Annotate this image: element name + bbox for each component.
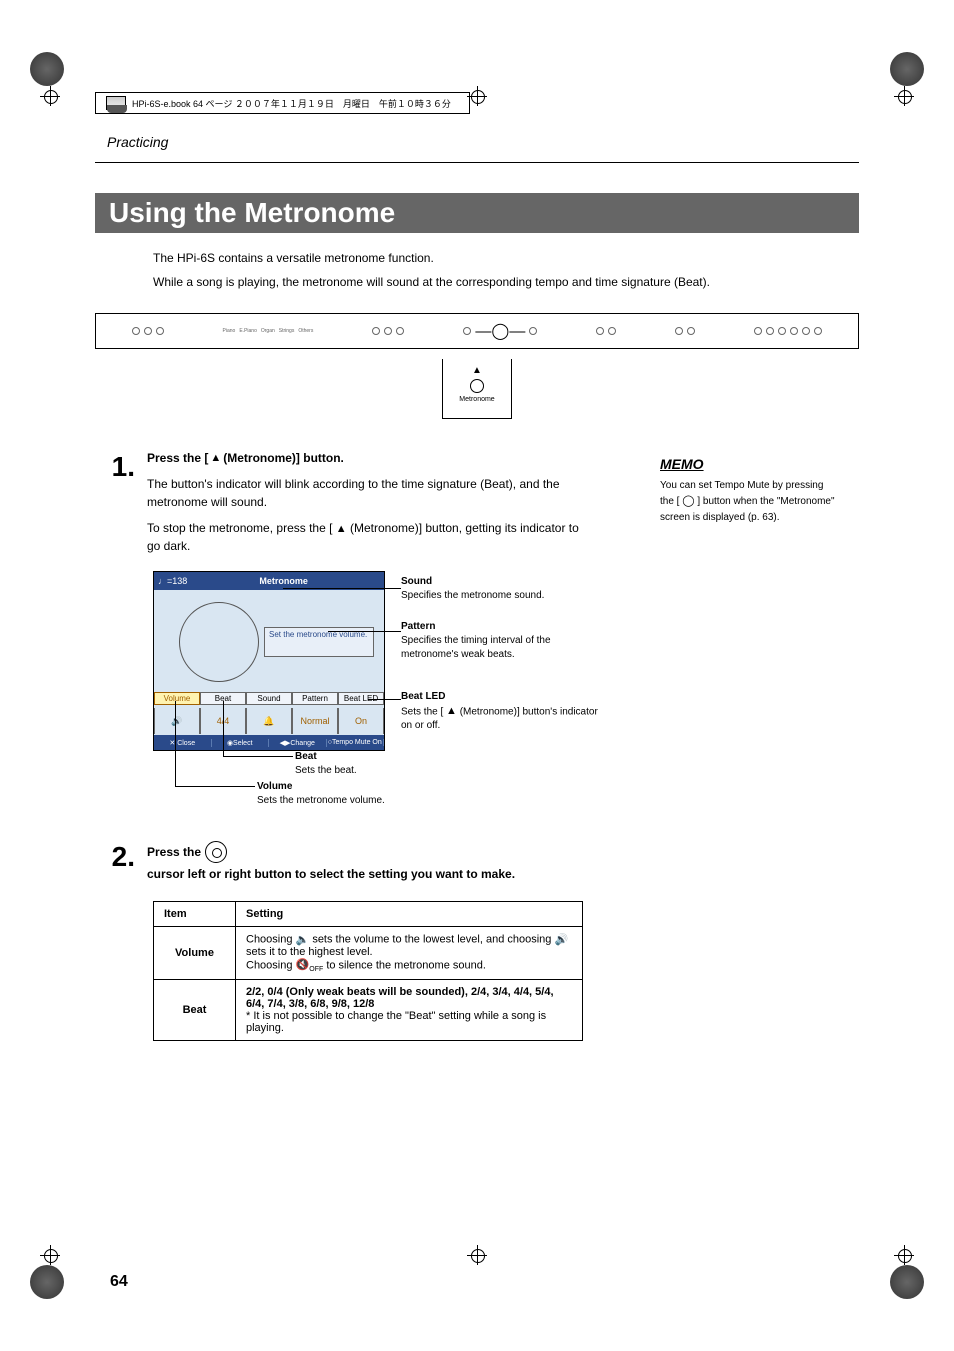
footer-close: ✕ Close (154, 739, 212, 747)
row-beat-label: Beat (154, 980, 236, 1041)
metronome-button-label: Metronome (443, 396, 511, 403)
metronome-glyph-icon: ▲ (446, 704, 457, 719)
row-beat: Beat 2/2, 0/4 (Only weak beats will be s… (154, 980, 583, 1041)
metronome-glyph-icon: ▲ (336, 521, 347, 538)
row-beat-setting: 2/2, 0/4 (Only weak beats will be sounde… (236, 980, 583, 1041)
vol-line3-post: to silence the metronome sound. (326, 960, 486, 972)
screen-footer: ✕ Close ◉Select ◀▶Change ○Tempo Mute On (154, 735, 384, 750)
metronome-button-callout: ▲ Metronome (442, 359, 512, 419)
front-panel-diagram: PianoE.PianoOrganStringsOthers —◯— (95, 313, 859, 349)
leader-volume-v (175, 701, 176, 786)
callout-volume: Volume Sets the metronome volume. (257, 781, 385, 808)
tab-pattern: Pattern (292, 692, 338, 705)
settings-table: Item Setting Volume Choosing 🔈 sets the … (153, 901, 583, 1041)
intro-line-2: While a song is playing, the metronome w… (153, 273, 859, 291)
crop-mark (894, 1245, 914, 1265)
screen-tabs: Volume Beat Sound Pattern Beat LED (154, 692, 384, 705)
header-rule (95, 162, 859, 163)
row-volume: Volume Choosing 🔈 sets the volume to the… (154, 927, 583, 980)
page-number: 64 (110, 1273, 128, 1291)
memo-body: You can set Tempo Mute by pressing the [… (660, 478, 840, 525)
volume-high-icon: 🔊 (554, 933, 568, 946)
step-1-body-1: The button's indicator will blink accord… (147, 475, 587, 511)
step-2-title: Press the cursor left or right button to… (147, 841, 587, 881)
memo-label: MEMO (660, 456, 704, 472)
leader-pattern (328, 631, 401, 632)
callout-beat-body: Sets the beat. (295, 764, 357, 778)
screen-box: ♩=138 Metronome Set the metronome volume… (153, 571, 385, 751)
step-1-body-2: To stop the metronome, press the [ ▲ (Me… (147, 519, 587, 555)
callout-sound: Sound Specifies the metronome sound. (401, 576, 581, 603)
callout-beat-led: Beat LED Sets the [ ▲ (Metronome)] butto… (401, 691, 601, 733)
volume-low-icon: 🔈 (296, 933, 310, 946)
crop-disc-bl (30, 1265, 64, 1299)
crop-disc-br (890, 1265, 924, 1299)
beat-note: * It is not possible to change the "Beat… (246, 1010, 546, 1034)
callout-beat: Beat Sets the beat. (295, 751, 357, 778)
footer-select: ◉Select (212, 739, 270, 747)
metronome-icon: ▲ (443, 365, 511, 376)
step-1-title-post: (Metronome)] button. (223, 451, 344, 465)
sound-value-icon: 🔔 (246, 708, 292, 734)
vol-line3-pre: Choosing (246, 960, 296, 972)
cursor-ring-icon (205, 841, 227, 863)
step-2-number: 2. (95, 841, 135, 891)
callout-pattern-body: Specifies the timing interval of the met… (401, 634, 591, 662)
intro-line-1: The HPi-6S contains a versatile metronom… (153, 249, 859, 267)
callout-beatled-pre: Sets the [ (401, 706, 443, 717)
step-1-number: 1. (95, 451, 135, 563)
leader-beat-v (223, 701, 224, 756)
circle-button-icon: ◯ (682, 493, 694, 510)
footer-change: ◀▶Change (269, 739, 327, 747)
callout-sound-title: Sound (401, 576, 581, 587)
step-2-title-post: cursor left or right button to select th… (147, 867, 515, 881)
callout-pattern: Pattern Specifies the timing interval of… (401, 621, 591, 662)
step-2-title-pre: Press the (147, 845, 201, 859)
step-1-body2-pre: To stop the metronome, press the [ (147, 521, 332, 535)
callout-beatled-title: Beat LED (401, 691, 601, 702)
leader-sound (283, 588, 401, 589)
callout-pattern-title: Pattern (401, 621, 591, 632)
beat-led-value: On (338, 708, 384, 734)
running-header: Practicing (107, 134, 859, 150)
vol-line1-pre: Choosing (246, 933, 296, 945)
memo-sidebar: MEMO You can set Tempo Mute by pressing … (660, 456, 840, 525)
crop-mark (40, 1245, 60, 1265)
callout-volume-title: Volume (257, 781, 385, 792)
leader-beatled (368, 699, 401, 700)
screen-title: Metronome (187, 576, 380, 586)
crop-marks-bottom (0, 1245, 954, 1265)
callout-beat-title: Beat (295, 751, 357, 762)
col-header-item: Item (154, 902, 236, 927)
row-volume-label: Volume (154, 927, 236, 980)
volume-off-icon: 🔇OFF (296, 958, 324, 973)
step-1-title: Press the [ ▲ (Metronome)] button. (147, 451, 587, 465)
screen-tab-values: 🔊 4/4 🔔 Normal On (154, 708, 384, 734)
screen-dial (179, 602, 259, 682)
volume-value-icon: 🔊 (154, 708, 200, 734)
vol-line2-post: sets it to the highest level. (246, 946, 373, 958)
tab-volume: Volume (154, 692, 200, 705)
col-header-setting: Setting (236, 902, 583, 927)
metronome-glyph-icon: ▲ (210, 452, 221, 464)
row-volume-setting: Choosing 🔈 sets the volume to the lowest… (236, 927, 583, 980)
callout-volume-body: Sets the metronome volume. (257, 794, 385, 808)
footer-tempo-mute: ○Tempo Mute On (327, 739, 385, 746)
tab-sound: Sound (246, 692, 292, 705)
callout-beatled-body: Sets the [ ▲ (Metronome)] button's indic… (401, 704, 601, 733)
vol-line1-post: sets the volume to the lowest level, and… (312, 933, 554, 945)
callout-sound-body: Specifies the metronome sound. (401, 589, 581, 603)
step-2: 2. Press the cursor left or right button… (95, 841, 859, 891)
beat-options: 2/2, 0/4 (Only weak beats will be sounde… (246, 986, 554, 1010)
leader-volume-h (175, 786, 255, 787)
section-title: Using the Metronome (95, 193, 859, 233)
metronome-button-circle (470, 379, 484, 393)
pattern-value: Normal (292, 708, 338, 734)
leader-beat-h (223, 756, 293, 757)
crop-mark (467, 1245, 487, 1265)
screen-tempo: ♩=138 (158, 576, 187, 586)
metronome-screen-diagram: ♩=138 Metronome Set the metronome volume… (153, 571, 693, 821)
step-1-title-pre: Press the [ (147, 451, 208, 465)
